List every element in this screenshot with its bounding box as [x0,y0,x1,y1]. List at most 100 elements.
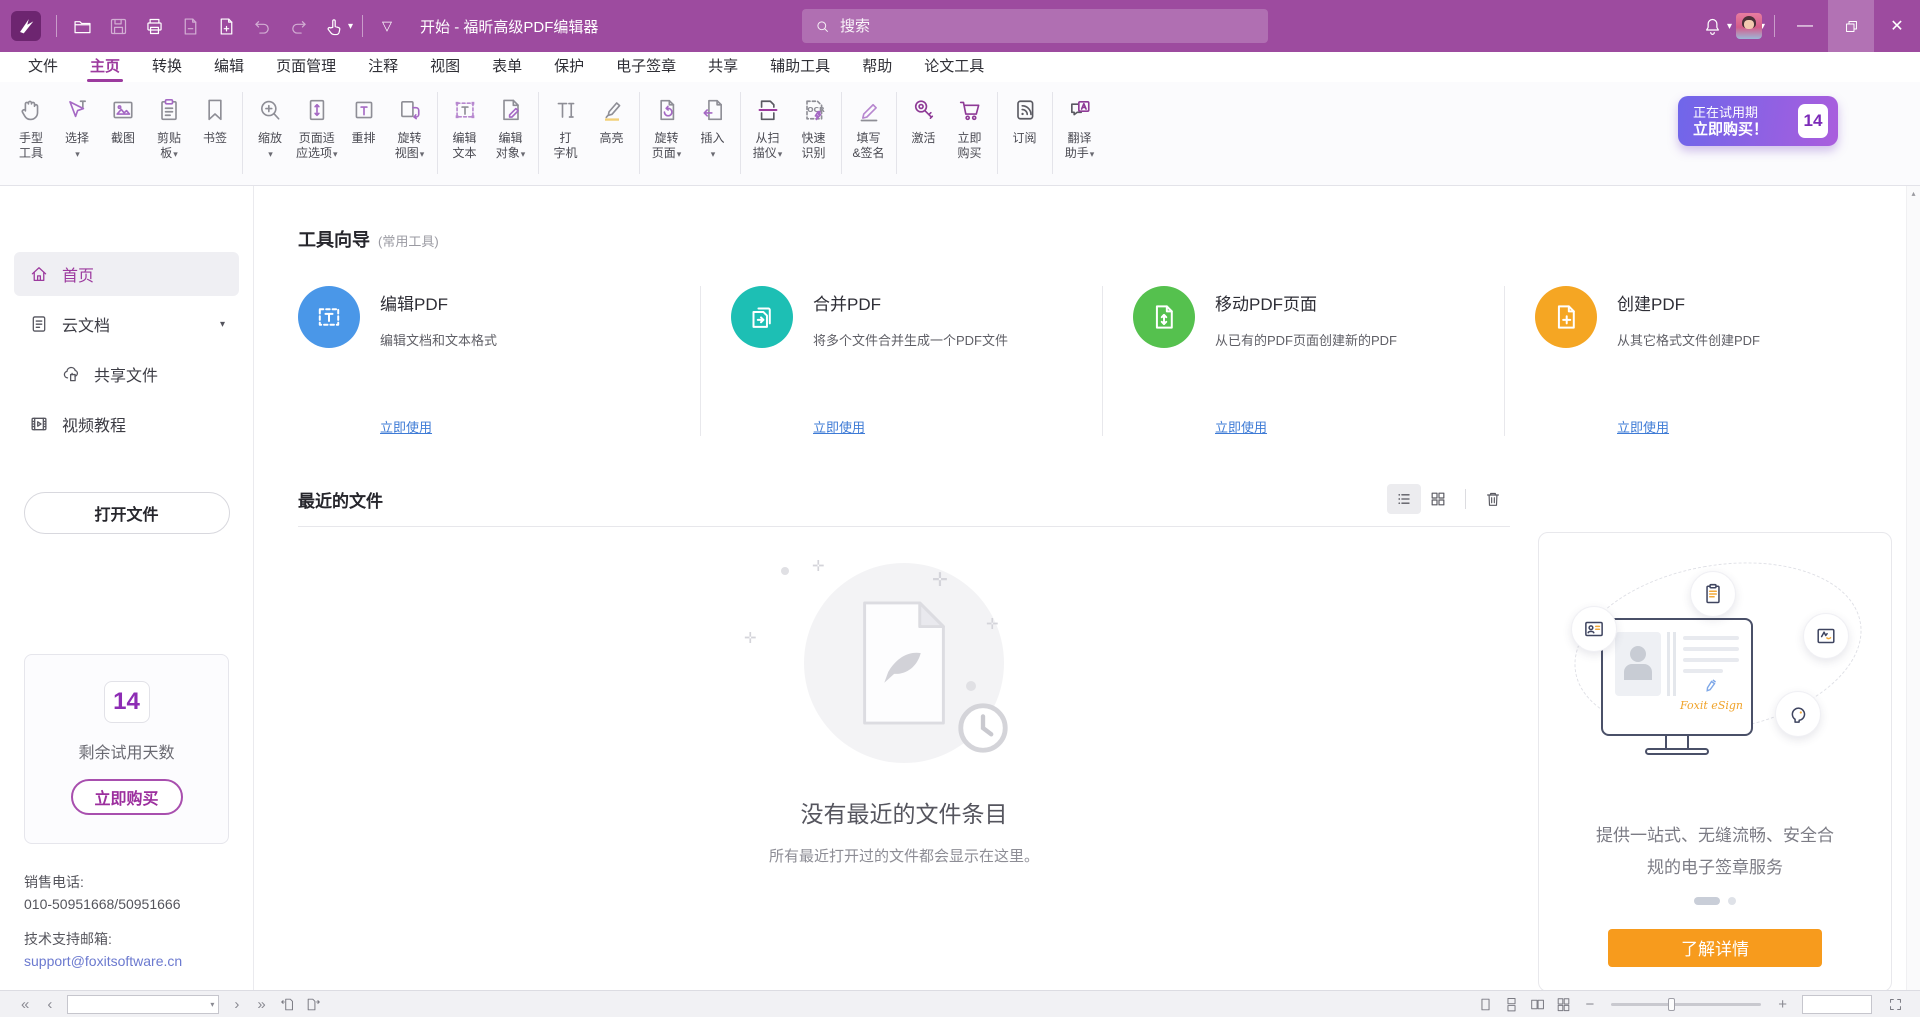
save-icon[interactable] [100,8,136,44]
tool-card-move-pdf-pages[interactable]: 移动PDF页面 从已有的PDF页面创建新的PDF 立即使用 [1102,286,1504,436]
zoom-slider[interactable] [1611,1003,1761,1006]
single-page-view-button[interactable] [1472,993,1498,1015]
undo-icon[interactable] [244,8,280,44]
search-input[interactable] [840,18,1256,35]
rotate-left-button[interactable] [275,993,301,1015]
fullscreen-icon[interactable] [1882,993,1908,1015]
notifications-caret-icon[interactable]: ▾ [1727,21,1732,32]
collapse-ribbon-icon[interactable]: ▽ [370,18,404,34]
search-bar[interactable] [802,9,1268,43]
page-number-box[interactable]: ▾ [67,995,219,1014]
facing-view-button[interactable] [1524,993,1550,1015]
menu-tab-paper-tools[interactable]: 论文工具 [908,52,1000,82]
dropdown-caret-icon: ▾ [521,149,526,159]
zoom-in-button[interactable]: + [1769,996,1796,1013]
user-avatar[interactable] [1736,13,1762,39]
ribbon-item-page-fit-options[interactable]: 页面适 应选项▾ [293,89,341,174]
ribbon-item-fill-sign[interactable]: 填写 &签名▾ [846,89,892,174]
ribbon-item-highlight[interactable]: 高亮 ▾ [589,89,635,174]
touch-mode-icon[interactable] [316,8,352,44]
tool-card-create-pdf[interactable]: 创建PDF 从其它格式文件创建PDF 立即使用 [1504,286,1906,436]
ribbon-item-insert-pages[interactable]: 插入 ▾ [690,89,736,174]
zoom-slider-handle[interactable] [1668,998,1675,1011]
menu-tab-view[interactable]: 视图 [414,52,476,82]
close-document-icon[interactable] [172,8,208,44]
sidebar-item-cloud-docs[interactable]: 云文档 ▾ [14,302,239,346]
menu-tab-home[interactable]: 主页 [74,52,136,82]
menu-tab-file[interactable]: 文件 [12,52,74,82]
trial-period-badge[interactable]: 正在试用期 立即购买！ 14 [1678,96,1838,146]
continuous-view-button[interactable] [1498,993,1524,1015]
ribbon-item-zoom[interactable]: 缩放 ▾ [247,89,293,174]
notifications-bell-icon[interactable] [1695,8,1731,44]
list-view-button[interactable] [1387,484,1421,514]
ribbon-item-hand-tool[interactable]: 手型 工具▾ [8,89,54,174]
redo-icon[interactable] [280,8,316,44]
open-file-icon[interactable] [64,8,100,44]
ribbon-item-from-scanner[interactable]: 从扫 描仪▾ [745,89,791,174]
open-file-button[interactable]: 打开文件 [24,492,230,534]
page-dropdown-caret-icon[interactable]: ▾ [210,1000,214,1009]
minimize-button[interactable]: — [1782,0,1828,52]
dot-active[interactable] [1694,897,1720,905]
rotate-right-button[interactable] [301,993,327,1015]
use-now-link[interactable]: 立即使用 [380,417,672,436]
use-now-link[interactable]: 立即使用 [1215,417,1476,436]
ribbon-item-reflow[interactable]: 重排 ▾ [341,89,387,174]
menu-tab-convert[interactable]: 转换 [136,52,198,82]
grid-view-button[interactable] [1421,484,1455,514]
sidebar-item-video-tutorials[interactable]: 视频教程 ▾ [14,402,239,446]
ribbon-item-translate-assistant[interactable]: 翻译 助手▾ [1057,89,1103,174]
menu-tab-help[interactable]: 帮助 [846,52,908,82]
last-page-button[interactable]: » [248,996,274,1013]
ribbon-item-select-tool[interactable]: 选择 ▾ [54,89,100,174]
next-page-button[interactable]: › [225,996,248,1013]
ribbon-item-typewriter[interactable]: 打 字机▾ [543,89,589,174]
facing-continuous-view-button[interactable] [1550,993,1576,1015]
menu-tab-protect[interactable]: 保护 [538,52,600,82]
tool-card-edit-pdf[interactable]: 编辑PDF 编辑文档和文本格式 立即使用 [298,286,700,436]
close-button[interactable]: ✕ [1874,0,1920,52]
clear-recent-trash-button[interactable] [1476,484,1510,514]
chevron-down-icon[interactable]: ▾ [220,319,225,330]
first-page-button[interactable]: « [12,996,38,1013]
use-now-link[interactable]: 立即使用 [1617,417,1878,436]
ribbon-item-activate[interactable]: 激活 ▾ [901,89,947,174]
ribbon-item-edit-object[interactable]: 编辑 对象▾ [488,89,534,174]
carousel-dots[interactable] [1694,897,1736,905]
ribbon-item-quick-ocr[interactable]: OCR 快速 识别▾ [791,89,837,174]
touch-mode-caret-icon[interactable]: ▾ [348,21,353,32]
scrollbar[interactable]: ▴ [1906,186,1920,990]
menu-tab-esign[interactable]: 电子签章 [600,52,692,82]
learn-more-button[interactable]: 了解详情 [1608,929,1822,967]
buy-now-button[interactable]: 立即购买 [71,779,183,815]
sidebar-item-shared-files[interactable]: 共享文件 ▾ [46,352,239,396]
zoom-percentage-box[interactable] [1802,995,1872,1014]
restore-button[interactable] [1828,0,1874,52]
tool-card-merge-pdf[interactable]: 合并PDF 将多个文件合并生成一个PDF文件 立即使用 [700,286,1102,436]
ribbon-item-clipboard[interactable]: 剪贴 板▾ [146,89,192,174]
menu-tab-edit[interactable]: 编辑 [198,52,260,82]
new-document-icon[interactable] [208,8,244,44]
dot[interactable] [1728,897,1736,905]
previous-page-button[interactable]: ‹ [38,996,61,1013]
support-email-link[interactable]: support@foxitsoftware.cn [24,951,253,973]
print-icon[interactable] [136,8,172,44]
ribbon-item-rotate-view[interactable]: 旋转 视图▾ [387,89,433,174]
ribbon-item-snapshot[interactable]: 截图 ▾ [100,89,146,174]
sidebar-item-home[interactable]: 首页 ▾ [14,252,239,296]
dropdown-caret-icon: ▾ [711,149,716,159]
ribbon-item-edit-text[interactable]: 编辑 文本▾ [442,89,488,174]
ribbon-item-subscribe[interactable]: 订阅 ▾ [1002,89,1048,174]
ribbon-item-buy-now[interactable]: 立即 购买▾ [947,89,993,174]
use-now-link[interactable]: 立即使用 [813,417,1074,436]
ribbon-item-rotate-pages[interactable]: 旋转 页面▾ [644,89,690,174]
ribbon-item-bookmark[interactable]: 书签 ▾ [192,89,238,174]
menu-tab-assist-tools[interactable]: 辅助工具 [754,52,846,82]
menu-tab-share[interactable]: 共享 [692,52,754,82]
menu-tab-comment[interactable]: 注释 [352,52,414,82]
zoom-out-button[interactable]: − [1576,996,1603,1013]
page-number-input[interactable] [72,997,210,1011]
menu-tab-page-manage[interactable]: 页面管理 [260,52,352,82]
menu-tab-form[interactable]: 表单 [476,52,538,82]
